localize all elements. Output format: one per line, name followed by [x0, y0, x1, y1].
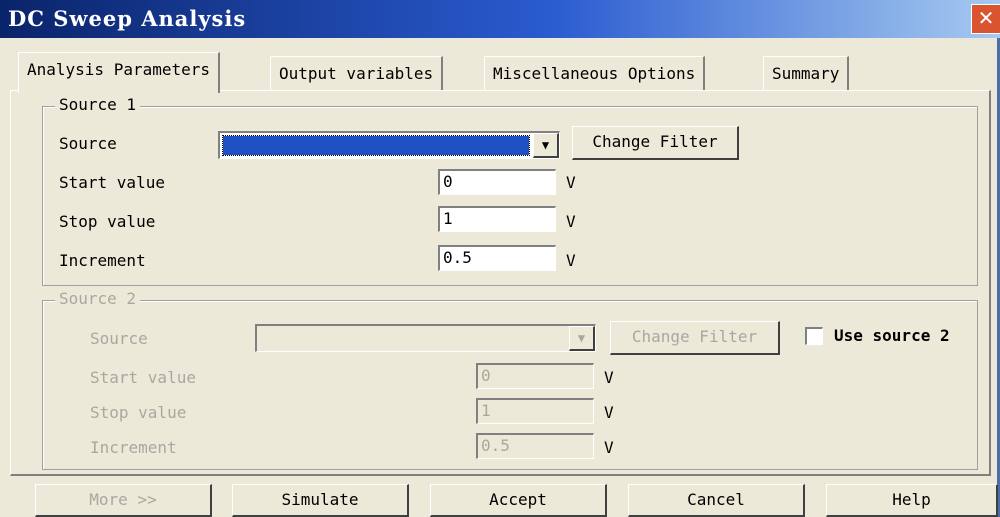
source1-start-label: Start value	[59, 173, 165, 192]
source1-legend: Source 1	[55, 95, 141, 114]
source2-change-filter-button[interactable]: Change Filter	[610, 321, 780, 355]
source1-source-select[interactable]: ▼	[218, 131, 560, 159]
source2-stop-unit: V	[604, 403, 614, 422]
source2-start-input[interactable]: 0	[476, 363, 594, 389]
source1-stop-label: Stop value	[59, 212, 156, 231]
tab-summary[interactable]: Summary	[763, 56, 850, 91]
source2-source-select[interactable]: ▼	[255, 324, 596, 352]
source2-start-unit: V	[604, 368, 614, 387]
source1-stop-unit: V	[566, 212, 576, 231]
source1-stop-input[interactable]: 1	[438, 206, 556, 232]
source1-increment-unit: V	[566, 251, 576, 270]
source2-increment-label: Increment	[90, 438, 177, 457]
cancel-button[interactable]: Cancel	[628, 484, 805, 517]
source1-increment-label: Increment	[59, 251, 146, 270]
tab-label: Summary	[772, 64, 840, 83]
tab-analysis-parameters[interactable]: Analysis Parameters	[18, 52, 221, 93]
source1-change-filter-button[interactable]: Change Filter	[572, 126, 739, 160]
source1-start-input[interactable]: 0	[438, 169, 556, 195]
source2-stop-label: Stop value	[90, 403, 187, 422]
tab-miscellaneous-options[interactable]: Miscellaneous Options	[484, 56, 706, 91]
chevron-down-icon[interactable]: ▼	[533, 133, 559, 158]
use-source2-checkbox[interactable]	[805, 327, 823, 345]
accept-button[interactable]: Accept	[430, 484, 607, 517]
source2-source-label: Source	[90, 329, 148, 348]
source1-increment-input[interactable]: 0.5	[438, 245, 556, 271]
tab-label: Miscellaneous Options	[493, 64, 696, 83]
close-icon[interactable]: ✕	[971, 4, 1000, 34]
window-title: DC Sweep Analysis	[8, 6, 247, 31]
help-button[interactable]: Help	[826, 484, 998, 517]
source1-source-label: Source	[59, 134, 117, 153]
simulate-button[interactable]: Simulate	[232, 484, 409, 517]
use-source2-label: Use source 2	[834, 326, 950, 345]
source2-stop-input[interactable]: 1	[476, 398, 594, 424]
source2-increment-unit: V	[604, 438, 614, 457]
tab-label: Output variables	[279, 64, 434, 83]
tab-output-variables[interactable]: Output variables	[270, 56, 444, 91]
source2-legend: Source 2	[55, 289, 141, 308]
source2-increment-input[interactable]: 0.5	[476, 433, 594, 459]
chevron-down-icon[interactable]: ▼	[569, 326, 595, 351]
source2-start-label: Start value	[90, 368, 196, 387]
more-button[interactable]: More >>	[35, 484, 212, 517]
title-bar[interactable]: DC Sweep Analysis ✕	[0, 0, 1000, 38]
selection-highlight	[222, 135, 530, 156]
tab-label: Analysis Parameters	[27, 60, 211, 79]
source1-start-unit: V	[566, 173, 576, 192]
